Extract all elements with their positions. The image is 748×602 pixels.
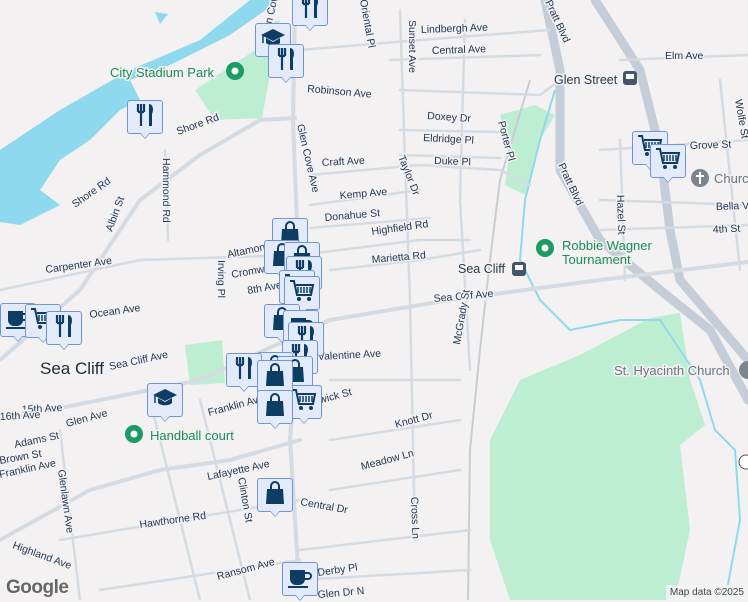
street-label: Irving Pl [215,260,227,298]
restaurant-icon [134,103,156,132]
park-pin-icon [125,425,143,443]
restaurant-marker[interactable] [292,0,328,32]
park-pin-icon [226,62,244,80]
transit-sea-cliff[interactable]: Sea Cliff [457,261,526,278]
poi-label: Church [714,171,748,186]
route-shield [738,454,748,470]
marker-badge [127,100,163,134]
street-label: Sunset Ave [406,20,418,73]
church-pin-icon [691,169,709,187]
restaurant-marker[interactable] [46,311,82,351]
shopping-icon [264,480,286,510]
education-icon [152,386,178,415]
marker-badge [268,44,304,78]
poi-church[interactable]: Church [691,169,748,188]
park-pin-icon [536,239,554,257]
restaurant-icon [275,47,297,76]
restaurant-marker[interactable] [268,44,304,84]
street-label: Central Ave [432,43,487,57]
cafe-marker[interactable] [282,562,318,602]
street-label: Elm Ave [665,50,703,62]
poi-label: City Stadium Park [110,65,215,80]
street-label: Hammond Rd [160,158,172,223]
poi-label: Tournament [562,252,631,267]
marker-badge [257,478,293,512]
poi-label: St. Hyacinth Church [614,363,730,378]
google-logo: Google [6,577,69,598]
education-marker[interactable] [147,383,183,423]
transit-glen-street[interactable]: Glen Street [553,71,637,89]
marker-badge [282,562,318,596]
street-label: Craft Ave [322,155,366,169]
marker-badge [147,383,183,417]
poi-st-hyacinth[interactable]: St. Hyacinth Church [613,361,748,380]
map-canvas[interactable]: Robinson AveLindbergh AveCentral Ave Elm … [0,0,748,600]
shopping-icon [264,362,286,392]
train-icon [512,262,526,276]
marker-badge [650,144,686,178]
grocery-icon [655,147,681,176]
town-label: Sea Cliff [40,359,104,378]
restaurant-marker[interactable] [127,100,163,140]
street-label: Duke Pl [434,155,471,168]
map-attribution[interactable]: Map data ©2025 [665,585,748,600]
street-label: Cross Ln [408,497,421,540]
grocery-icon [291,388,317,417]
street-label: 4th St [713,223,741,236]
restaurant-icon [233,356,255,385]
marker-badge [257,360,293,394]
shopping-marker[interactable] [257,390,293,430]
street-label: Grove St [690,139,732,152]
shopping-marker[interactable] [257,478,293,518]
street-label: Bella Vista [716,199,748,213]
marker-badge [46,311,82,345]
station-label: Sea Cliff [458,262,506,276]
station-label: Glen Street [554,73,618,87]
street-label: Hazel St [614,195,627,235]
grocery-marker[interactable] [650,144,686,184]
restaurant-icon [299,0,321,24]
train-icon [623,71,637,85]
restaurant-icon [53,314,75,343]
poi-label: Robbie Wagner [562,238,653,253]
marker-badge [257,390,293,424]
poi-label: Handball court [150,428,234,443]
cafe-icon [287,565,313,594]
street-label: Lindbergh Ave [421,22,488,36]
street-label: 16th Ave [0,409,41,423]
shopping-icon [264,392,286,422]
